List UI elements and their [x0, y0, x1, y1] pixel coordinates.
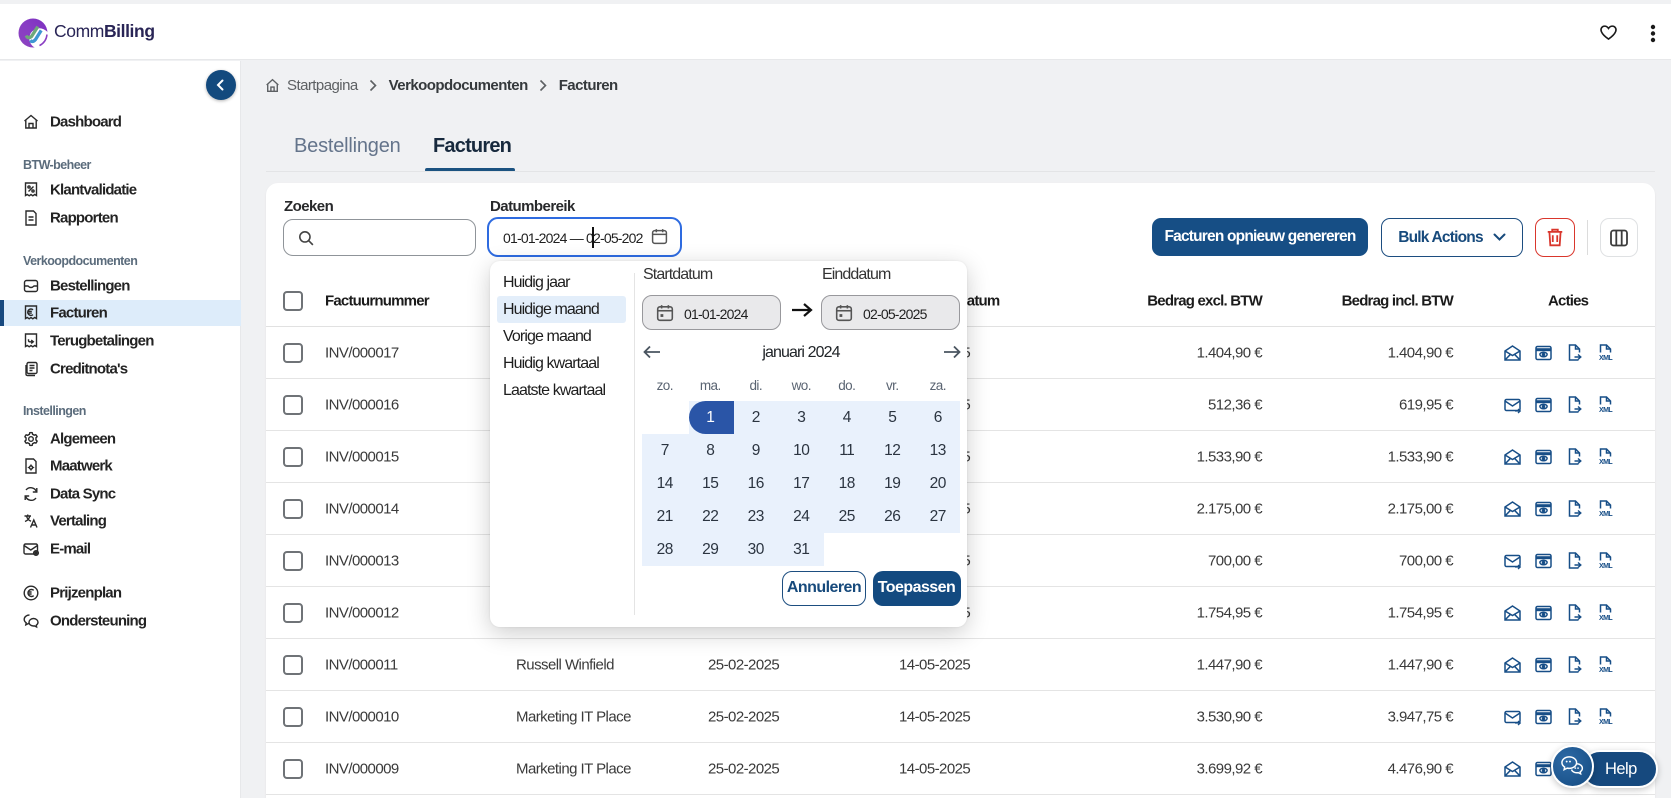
svg-text:XML: XML	[1599, 355, 1613, 362]
svg-text:XML: XML	[1599, 563, 1613, 570]
svg-text:XML: XML	[1599, 719, 1613, 726]
svg-text:XML: XML	[1599, 511, 1613, 518]
svg-text:XML: XML	[1599, 459, 1613, 466]
svg-text:XML: XML	[1599, 667, 1613, 674]
svg-text:XML: XML	[1599, 615, 1613, 622]
svg-text:XML: XML	[1599, 407, 1613, 414]
